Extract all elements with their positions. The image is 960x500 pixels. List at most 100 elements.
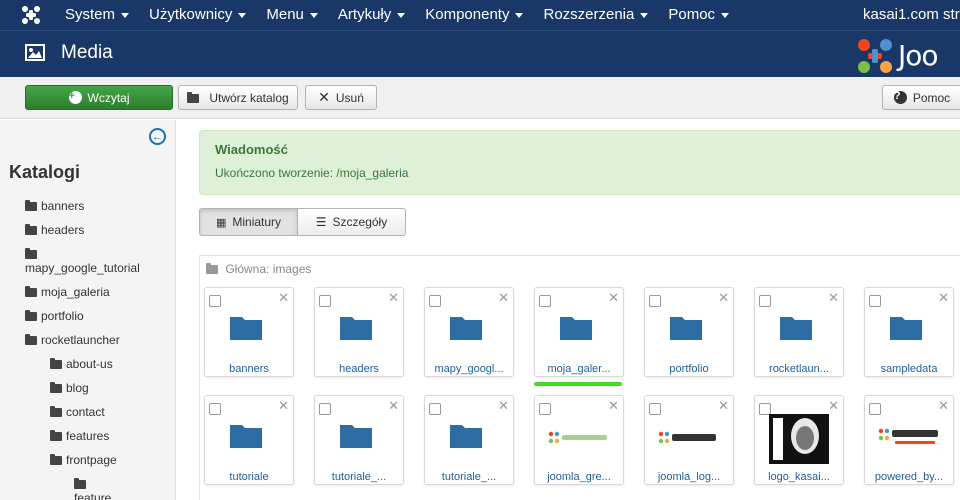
thumbnails-view-button[interactable]: ▦ Miniatury [199,208,298,236]
image-thumbnail [873,418,945,458]
folder-icon [50,430,62,441]
menu-system[interactable]: System [65,0,130,30]
sidebar-title: Katalogi [9,162,81,182]
media-item-label: banners [229,363,269,375]
media-item-label: joomla_log... [657,471,721,483]
top-navbar: System Użytkownicy Menu Artykuły Kompone… [0,0,960,30]
media-item-folder[interactable]: ✕ mapy_googl... [424,287,514,377]
delete-x-icon[interactable]: ✕ [718,399,729,412]
sidebar-item-feature[interactable]: feature [74,477,111,500]
folder-icon [50,406,62,417]
folder-icon [25,334,37,345]
select-checkbox[interactable] [209,295,221,307]
menu-extensions[interactable]: Rozszerzenia [543,0,649,30]
view-label: Miniatury [232,215,282,229]
arrow-left-circle-icon[interactable]: ← [149,128,166,145]
media-item-image[interactable]: ✕ logo_kasai... [754,395,844,485]
folder-icon [25,200,37,211]
joomla-icon[interactable] [20,4,42,26]
sidebar-item-mapy[interactable]: mapy_google_tutorial [25,247,140,275]
select-checkbox[interactable] [759,295,771,307]
media-item-image[interactable]: ✕ powered_by... [864,395,954,485]
create-folder-label: Utwórz katalog [209,90,289,105]
caret-down-icon [515,12,524,18]
media-item-folder[interactable]: ✕ tutoriale_... [424,395,514,485]
menu-label: System [65,6,116,23]
select-checkbox[interactable] [869,403,881,415]
delete-x-icon[interactable]: ✕ [938,291,949,304]
select-checkbox[interactable] [539,403,551,415]
sidebar-item-features[interactable]: features [50,429,109,443]
sidebar-item-rocketlauncher[interactable]: rocketlauncher [25,333,120,347]
folder-icon [74,478,86,489]
menu-help[interactable]: Pomoc [668,0,730,30]
media-item-folder[interactable]: ✕ tutoriale_... [314,395,404,485]
delete-x-icon[interactable]: ✕ [608,291,619,304]
upload-button[interactable]: + Wczytaj [25,85,173,110]
media-item-folder[interactable]: ✕ portfolio [644,287,734,377]
select-checkbox[interactable] [649,403,661,415]
select-checkbox[interactable] [649,295,661,307]
help-label: Pomoc [912,90,951,105]
media-item-label: mapy_googl... [434,363,504,375]
sidebar-item-headers[interactable]: headers [25,223,84,237]
create-folder-button[interactable]: Utwórz katalog [178,85,298,110]
menu-content[interactable]: Artykuły [338,0,406,30]
sidebar-item-label: blog [66,381,89,395]
help-button[interactable]: ? Pomoc [882,85,960,110]
media-item-folder[interactable]: ✕ sampledata [864,287,954,377]
menu-users[interactable]: Użytkownicy [149,0,247,30]
sidebar-item-label: moja_galeria [41,285,110,299]
media-item-folder[interactable]: ✕ tutoriale [204,395,294,485]
sidebar-item-moja-galeria[interactable]: moja_galeria [25,285,110,299]
delete-x-icon[interactable]: ✕ [718,291,729,304]
menu-label: Menu [266,6,304,23]
media-panel: Główna: images ✕ banners ✕ headers ✕ map… [199,255,960,500]
delete-x-icon[interactable]: ✕ [498,291,509,304]
folder-icon [50,382,62,393]
media-item-image[interactable]: ✕ joomla_log... [644,395,734,485]
sidebar-item-banners[interactable]: banners [25,199,84,213]
details-view-button[interactable]: ☰ Szczegóły [298,208,406,236]
select-checkbox[interactable] [429,403,441,415]
select-checkbox[interactable] [209,403,221,415]
delete-x-icon[interactable]: ✕ [278,399,289,412]
media-item-folder[interactable]: ✕ rocketlaun... [754,287,844,377]
sidebar-item-about-us[interactable]: about-us [50,357,113,371]
sidebar-item-contact[interactable]: contact [50,405,105,419]
main-menu: System Użytkownicy Menu Artykuły Kompone… [65,0,749,30]
delete-x-icon[interactable]: ✕ [388,399,399,412]
media-item-image[interactable]: ✕ joomla_gre... [534,395,624,485]
sidebar-item-label: banners [41,199,85,213]
delete-x-icon[interactable]: ✕ [828,399,839,412]
sidebar-item-label: rocketlauncher [41,333,120,347]
menu-menus[interactable]: Menu [266,0,318,30]
select-checkbox[interactable] [429,295,441,307]
select-checkbox[interactable] [319,295,331,307]
site-link[interactable]: kasai1.com str. [863,0,960,30]
select-checkbox[interactable] [319,403,331,415]
delete-x-icon[interactable]: ✕ [388,291,399,304]
media-item-label: tutoriale_... [331,471,387,483]
media-item-folder-selected[interactable]: ✕ moja_galer... [534,287,624,386]
sidebar-item-frontpage[interactable]: frontpage [50,453,117,467]
upload-label: Wczytaj [87,90,130,105]
media-item-folder[interactable]: ✕ banners [204,287,294,377]
menu-components[interactable]: Komponenty [425,0,524,30]
delete-x-icon[interactable]: ✕ [608,399,619,412]
select-checkbox[interactable] [869,295,881,307]
media-item-label: moja_galer... [547,363,611,375]
toolbar: + Wczytaj Utwórz katalog ✕ Usuń ? Pomoc [0,77,960,119]
delete-x-icon[interactable]: ✕ [828,291,839,304]
select-checkbox[interactable] [539,295,551,307]
breadcrumb: Główna: images [206,262,311,276]
list-icon: ☰ [315,215,327,229]
sidebar-item-portfolio[interactable]: portfolio [25,309,84,323]
powered-by-joomla-icon [878,428,938,444]
delete-x-icon[interactable]: ✕ [938,399,949,412]
delete-x-icon[interactable]: ✕ [278,291,289,304]
media-item-folder[interactable]: ✕ headers [314,287,404,377]
sidebar-item-blog[interactable]: blog [50,381,89,395]
delete-x-icon[interactable]: ✕ [498,399,509,412]
delete-button[interactable]: ✕ Usuń [305,85,377,110]
